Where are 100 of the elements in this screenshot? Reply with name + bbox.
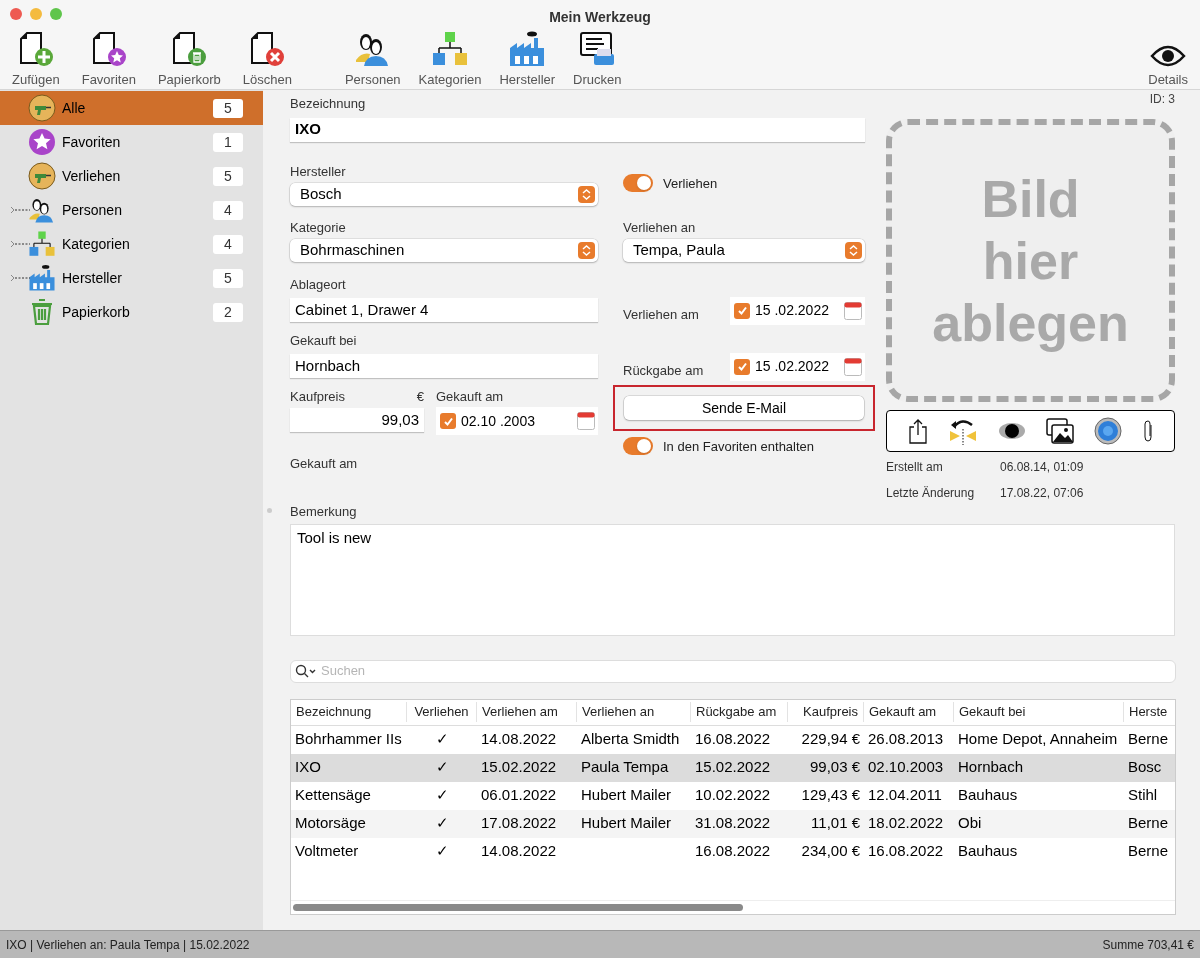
checkbox[interactable] xyxy=(440,413,456,429)
table-row[interactable]: IXO ✓ 15.02.2022 Paula Tempa 15.02.2022 99,03 € 02.10.2003 Hornbach Bosc xyxy=(291,753,1175,782)
name-field[interactable]: IXO xyxy=(290,117,865,142)
column-header[interactable]: Verliehen am xyxy=(477,702,577,722)
column-header[interactable]: Kaufpreis xyxy=(788,702,864,722)
paperclip-icon[interactable] xyxy=(1141,419,1154,443)
calendar-icon xyxy=(577,412,595,430)
table-cell-text: 229,94 € xyxy=(800,729,861,750)
count-badge: 2 xyxy=(213,302,243,322)
record-id: ID: 3 xyxy=(1149,91,1175,108)
sidebar-item[interactable]: Personen 4 xyxy=(0,193,263,227)
sidebar-item[interactable]: Alle 5 xyxy=(0,91,263,125)
toggle-switch[interactable] xyxy=(623,437,653,456)
close-window-button[interactable] xyxy=(10,7,22,20)
table-cell-text: ✓ xyxy=(434,813,450,834)
table-cell-text: ✓ xyxy=(434,757,450,778)
location-field[interactable]: Cabinet 1, Drawer 4 xyxy=(290,298,598,322)
toolbar-button[interactable]: Details xyxy=(1144,27,1192,89)
table-cell-text: 234,00 € xyxy=(800,841,861,862)
currency-label: € xyxy=(416,387,424,406)
photos-icon[interactable] xyxy=(1045,418,1074,444)
camera-aperture-icon[interactable] xyxy=(1093,417,1122,445)
field-label: Gekauft bei xyxy=(290,331,358,350)
toolbar-button[interactable]: Personen xyxy=(340,27,405,89)
stepper-icon xyxy=(578,186,595,203)
column-header[interactable]: Gekauft am xyxy=(864,702,954,722)
horizontal-scrollbar[interactable] xyxy=(293,903,743,911)
toolbar-button[interactable]: Hersteller xyxy=(495,27,560,89)
manufacturer-select[interactable]: Bosch xyxy=(290,183,598,206)
search-placeholder: Suchen xyxy=(321,662,366,681)
table-cell-text: ✓ xyxy=(434,729,450,750)
sidebar-item[interactable]: Verliehen 5 xyxy=(0,159,263,193)
disclosure-icon[interactable] xyxy=(10,274,30,282)
meta-label: Erstellt am xyxy=(886,459,944,476)
date-picker[interactable]: 02.10 .2003 xyxy=(436,407,598,435)
table-cell-text: 14.08.2022 xyxy=(480,729,558,750)
table-cell-text: 14.08.2022 xyxy=(480,841,558,862)
disclosure-icon[interactable] xyxy=(10,240,30,248)
table-cell-text: 16.08.2022 xyxy=(694,729,772,750)
table-cell-text: Bauhaus xyxy=(957,785,1019,806)
price-field[interactable]: 99,03 xyxy=(290,408,424,432)
toolbar-button[interactable]: Zufügen xyxy=(8,27,64,89)
status-text: IXO | Verliehen an: Paula Tempa | 15.02.2022 xyxy=(6,936,250,954)
drill-icon xyxy=(28,162,56,190)
eye-icon[interactable] xyxy=(997,422,1026,440)
table-cell-text: Motorsäge xyxy=(294,813,367,834)
shop-field[interactable]: Hornbach xyxy=(290,354,598,378)
column-header[interactable]: Bezeichnung xyxy=(291,702,407,722)
checkbox[interactable] xyxy=(734,302,750,319)
field-label: Verliehen am xyxy=(623,306,699,324)
sidebar-item[interactable]: Favoriten 1 xyxy=(0,125,263,159)
sidebar-item[interactable]: Papierkorb 2 xyxy=(0,295,263,329)
toolbar-button[interactable]: Drucken xyxy=(569,27,626,89)
column-header[interactable]: Rückgabe am xyxy=(691,702,788,722)
field-label: Bemerkung xyxy=(290,503,358,521)
table-cell-text: IXO xyxy=(294,757,322,778)
drop-hint: Bild xyxy=(981,168,1080,230)
toggle-label: Verliehen xyxy=(663,174,718,193)
table-cell-text: ✓ xyxy=(434,785,450,806)
disclosure-icon[interactable] xyxy=(10,206,30,214)
toolbar-button[interactable]: Papierkorb xyxy=(153,27,225,89)
sidebar-item[interactable]: Hersteller 5 xyxy=(0,261,263,295)
table-cell-text: Alberta Smidth xyxy=(580,729,681,750)
table-cell-text: ✓ xyxy=(434,841,450,862)
field-label: Kaufpreis xyxy=(290,387,345,406)
toolbar-button[interactable]: Favoriten xyxy=(77,27,140,89)
date-picker[interactable]: 15 .02.2022 xyxy=(730,296,865,325)
meta-value: 06.08.14, 01:09 xyxy=(1000,459,1084,476)
meta-label: Letzte Änderung xyxy=(886,485,976,502)
column-header[interactable]: Verliehen xyxy=(407,702,477,722)
toggle-switch[interactable] xyxy=(623,174,653,193)
resize-handle-icon[interactable] xyxy=(267,508,272,513)
trash-document-icon xyxy=(170,29,209,68)
column-header[interactable]: Herste xyxy=(1124,702,1175,722)
table-row[interactable]: Motorsäge ✓ 17.08.2022 Hubert Mailer 31.08.2022 11,01 € 18.02.2022 Obi Berne xyxy=(291,809,1175,838)
table-cell-text: Hubert Mailer xyxy=(580,813,673,834)
drill-icon xyxy=(28,94,56,122)
sidebar-label: Hersteller xyxy=(62,268,123,288)
category-select[interactable]: Bohrmaschinen xyxy=(290,239,598,262)
flip-icon[interactable] xyxy=(947,417,978,445)
share-icon[interactable] xyxy=(907,418,928,444)
table-cell-text: Obi xyxy=(957,813,983,834)
factory-icon xyxy=(28,264,56,292)
column-header[interactable]: Verliehen an xyxy=(577,702,691,722)
toolbar-button[interactable]: Kategorien xyxy=(414,27,486,89)
send-email-button[interactable]: Sende E-Mail xyxy=(624,396,864,420)
column-header[interactable]: Gekauft bei xyxy=(954,702,1124,722)
count-badge: 4 xyxy=(213,200,243,220)
field-label: Hersteller xyxy=(290,162,347,181)
table-cell-text: 99,03 € xyxy=(808,757,861,778)
checkbox[interactable] xyxy=(734,358,750,375)
date-picker[interactable]: 15 .02.2022 xyxy=(730,352,865,381)
person-select[interactable]: Tempa, Paula xyxy=(623,239,865,262)
sidebar-item[interactable]: Kategorien 4 xyxy=(0,227,263,261)
count-badge: 4 xyxy=(213,234,243,254)
table-cell-text: Bauhaus xyxy=(957,841,1019,862)
minimize-window-button[interactable] xyxy=(30,7,42,20)
zoom-window-button[interactable] xyxy=(50,7,62,20)
toolbar-button[interactable]: Löschen xyxy=(238,27,296,89)
remark-field[interactable]: Tool is new xyxy=(290,523,1175,636)
